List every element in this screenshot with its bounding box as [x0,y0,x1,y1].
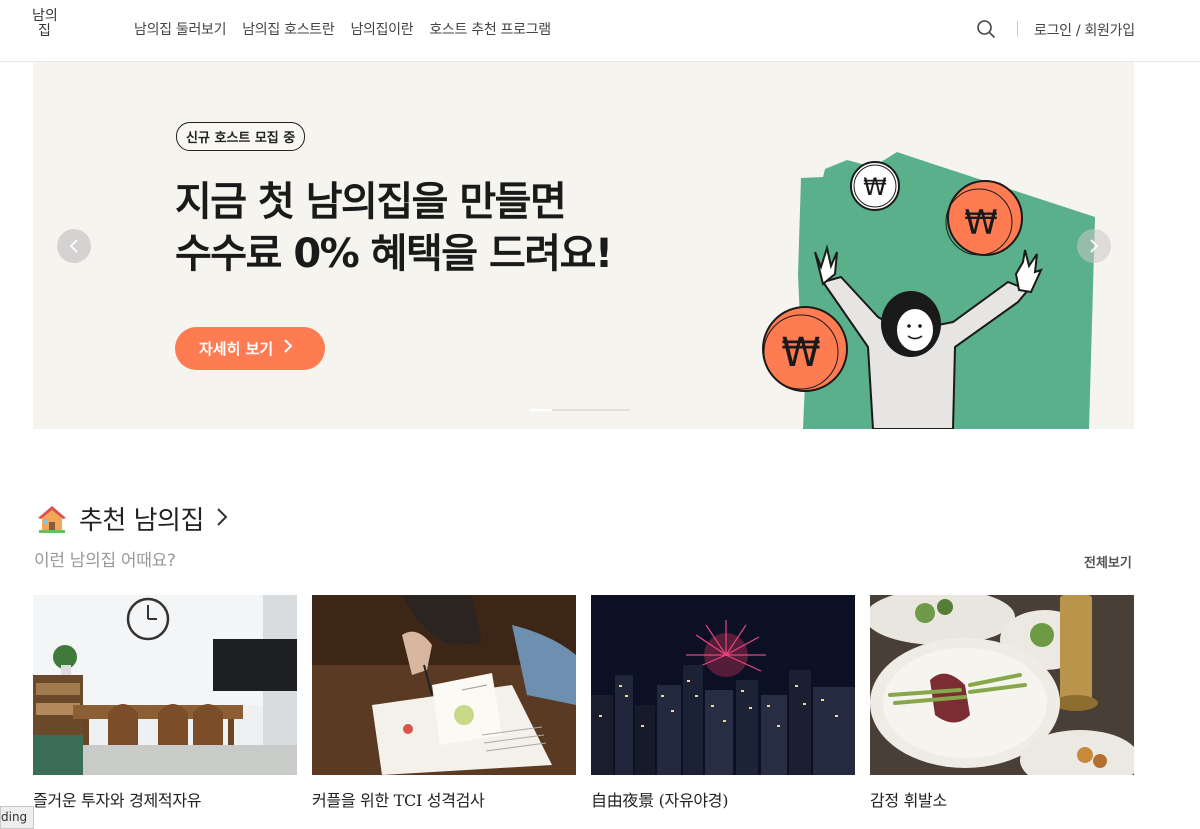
browser-status-bar: ding [0,806,35,829]
listing-photo-personality-test [312,595,576,775]
carousel-progress [530,409,630,411]
logo-line-1: 남의 [32,8,58,24]
view-all-link[interactable]: 전체보기 [1084,552,1132,571]
listing-card-title: 커플을 위한 TCI 성격검사 [312,791,485,810]
carousel-prev-button[interactable] [57,229,91,263]
main-nav: 남의집 둘러보기 남의집 호스트란 남의집이란 호스트 추천 프로그램 [134,19,567,39]
hero-detail-button-label: 자세히 보기 [199,340,274,358]
search-button[interactable] [975,18,997,40]
section-chevron-icon[interactable] [216,505,228,533]
listing-card-title: 自由夜景 (자유야경) [591,791,729,810]
header-divider [1017,21,1018,37]
listing-card[interactable]: 커플을 위한 TCI 성격검사 [312,595,576,811]
carousel-progress-fill [530,409,552,411]
login-signup-link[interactable]: 로그인 / 회원가입 [1034,20,1135,40]
nav-item-host-info[interactable]: 남의집 호스트란 [242,19,335,39]
svg-text:₩: ₩ [863,173,887,201]
listing-card-title: 즐거운 투자와 경제적자유 [33,791,202,810]
listing-photo-night-view [591,595,855,775]
hero-title-line-1: 지금 첫 남의집을 만들면 [175,179,567,225]
search-icon [977,20,995,38]
chevron-right-icon [283,338,293,359]
svg-text:₩: ₩ [964,203,998,243]
house-icon [38,505,66,533]
coin-small: ₩ [850,161,900,211]
listing-card[interactable]: 감정 휘발소 [870,595,1134,811]
carousel-next-button[interactable] [1077,229,1111,263]
hero-title: 지금 첫 남의집을 만들면 수수료 0% 혜택을 드려요! [175,176,613,280]
listing-photo-dinner [870,595,1134,775]
hero-banner[interactable]: 신규 호스트 모집 중 지금 첫 남의집을 만들면 수수료 0% 혜택을 드려요… [33,62,1134,429]
nav-item-host-referral[interactable]: 호스트 추천 프로그램 [429,19,551,39]
listing-card[interactable]: 즐거운 투자와 경제적자유 [33,595,297,811]
section-subtitle: 이런 남의집 어때요? [34,551,176,571]
nav-item-about[interactable]: 남의집이란 [350,19,413,39]
listing-photo-meeting-room [33,595,297,775]
nav-item-browse[interactable]: 남의집 둘러보기 [134,19,227,39]
site-logo[interactable]: 남의 집 [32,9,62,39]
host-illustration: ₩ ₩ ₩ [762,152,1095,429]
section-title: 추천 남의집 [37,500,228,537]
coin-large: ₩ [762,306,848,392]
coin-medium: ₩ [945,180,1023,256]
logo-line-2: 집 [38,23,51,39]
hero-badge: 신규 호스트 모집 중 [176,122,306,151]
site-header: 남의 집 남의집 둘러보기 남의집 호스트란 남의집이란 호스트 추천 프로그램… [0,0,1200,62]
hero-title-line-2: 수수료 0% 혜택을 드려요! [175,231,613,277]
hero-detail-button[interactable]: 자세히 보기 [175,327,325,370]
section-title-text[interactable]: 추천 남의집 [79,500,204,537]
listing-card[interactable]: 自由夜景 (자유야경) [591,595,855,811]
svg-text:₩: ₩ [781,330,821,376]
listing-card-title: 감정 휘발소 [870,791,947,810]
chevron-left-icon [69,239,78,253]
chevron-right-icon [1090,239,1099,253]
